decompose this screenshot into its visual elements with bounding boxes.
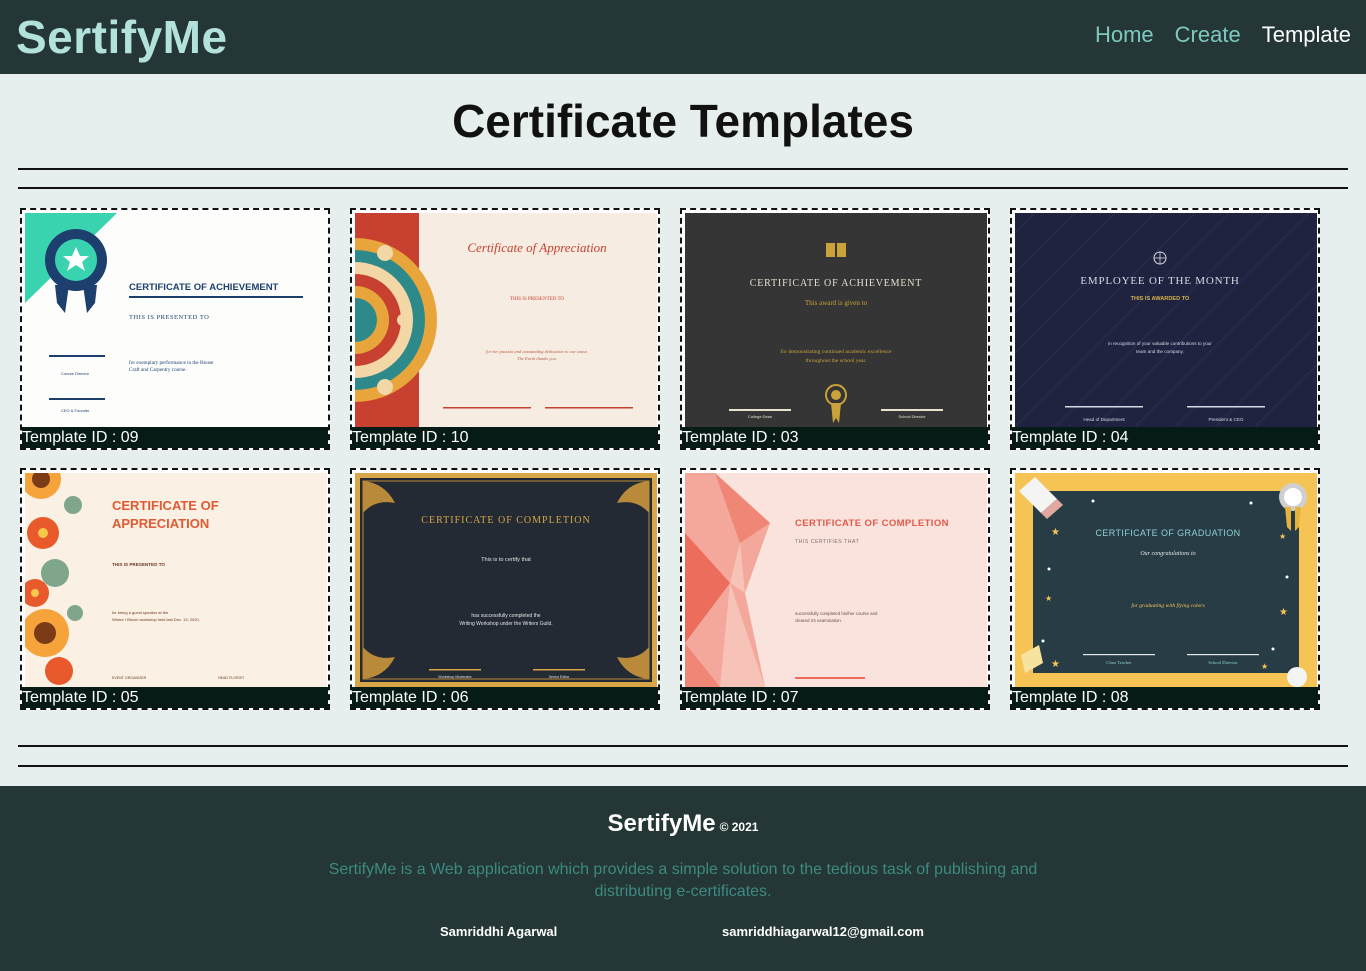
svg-text:for her passion and outstandin: for her passion and outstanding dedicati…	[486, 349, 588, 354]
navbar: SertifyMe Home Create Template	[0, 0, 1366, 74]
nav-create-link[interactable]: Create	[1175, 22, 1241, 48]
svg-text:has successfully completed the: has successfully completed the	[471, 613, 540, 619]
template-id-label: Template ID : 08	[1012, 687, 1318, 708]
template-id-label: Template ID : 09	[22, 427, 328, 448]
cert-subtitle: THIS IS PRESENTED TO	[112, 562, 165, 567]
cert-sig2: School Director	[1208, 660, 1238, 665]
template-id-label: Template ID : 03	[682, 427, 988, 448]
template-id-label: Template ID : 05	[22, 687, 328, 708]
template-id-label: Template ID : 06	[352, 687, 658, 708]
cert-sig2: CEO & Founder	[61, 408, 90, 413]
cert-sig1: Course Director	[61, 371, 90, 376]
svg-text:★: ★	[1051, 527, 1060, 538]
nav-links: Home Create Template	[1095, 22, 1351, 48]
footer: SertifyMe © 2021 SertifyMe is a Web appli…	[0, 786, 1366, 971]
cert-title: CERTIFICATE OF ACHIEVEMENT	[750, 278, 922, 289]
footer-copyright: © 2021	[719, 820, 759, 834]
footer-brand-name: SertifyMe	[607, 810, 716, 837]
template-card-08[interactable]: ★ ★ ★ ★ ★ ★ CERTIFICATE OF GRADUATION Ou…	[1010, 468, 1320, 710]
cert-subtitle: This is to certify that	[481, 557, 531, 563]
template-card-07[interactable]: CERTIFICATE OF COMPLETION THIS CERTIFIES…	[680, 468, 990, 710]
template-id-label: Template ID : 07	[682, 687, 988, 708]
page-title: Certificate Templates	[452, 95, 914, 147]
template-id-label: Template ID : 04	[1012, 427, 1318, 448]
cert-subtitle: This award is given to	[805, 299, 868, 307]
cert-subtitle: THIS IS AWARDED TO	[1131, 296, 1190, 302]
cert-sig1: College Dean	[748, 414, 772, 419]
cert-title: CERTIFICATE OF ACHIEVEMENT	[129, 282, 279, 293]
template-preview: EMPLOYEE OF THE MONTH THIS IS AWARDED TO…	[1015, 213, 1317, 427]
footer-brand: SertifyMe © 2021	[0, 810, 1366, 838]
cert-subtitle: THIS IS PRESENTED TO	[129, 314, 209, 321]
cert-title: CERTIFICATE OF COMPLETION	[421, 515, 590, 526]
svg-text:for exemplary performance in t: for exemplary performance in the House	[129, 359, 214, 366]
nav-template-link[interactable]: Template	[1262, 22, 1351, 48]
template-preview: ★ ★ ★ ★ ★ ★ CERTIFICATE OF GRADUATION Ou…	[1015, 473, 1317, 687]
svg-text:team and the company.: team and the company.	[1136, 349, 1184, 354]
svg-text:★: ★	[1051, 659, 1060, 670]
footer-author: Samriddhi Agarwal	[440, 924, 558, 939]
cert-title: Certificate of Appreciation	[467, 240, 606, 255]
svg-text:The Earth thanks you.: The Earth thanks you.	[517, 356, 557, 361]
template-preview: Certificate of Appreciation THIS IS PRES…	[355, 213, 657, 427]
svg-text:★: ★	[1045, 594, 1052, 603]
cert-title: CERTIFICATE OF COMPLETION	[795, 518, 949, 529]
template-id-label: Template ID : 10	[352, 427, 658, 448]
template-preview: CERTIFICATE OF APPRECIATION THIS IS PRES…	[25, 473, 327, 687]
template-card-10[interactable]: Certificate of Appreciation THIS IS PRES…	[350, 208, 660, 450]
cert-sig2: School Director	[898, 414, 926, 419]
cert-sig1: EVENT ORGANIZER	[112, 676, 147, 680]
template-card-06[interactable]: CERTIFICATE OF COMPLETION This is to cer…	[350, 468, 660, 710]
cert-sig2: HEAD FLORIST	[218, 676, 245, 680]
footer-email[interactable]: samriddhiagarwal12@gmail.com	[722, 924, 924, 939]
nav-home-link[interactable]: Home	[1095, 22, 1154, 48]
svg-text:Where I Bloom workshop held la: Where I Bloom workshop held last Dec. 13…	[112, 617, 200, 622]
cert-sig2: Senior Editor	[549, 675, 571, 679]
cert-subtitle: Our congratulations to	[1140, 551, 1195, 557]
cert-subtitle: THIS IS PRESENTED TO	[510, 297, 565, 302]
template-card-09[interactable]: CERTIFICATE OF ACHIEVEMENT THIS IS PRESE…	[20, 208, 330, 450]
svg-text:in recognition of your valuabl: in recognition of your valuable contribu…	[1108, 341, 1212, 346]
svg-text:★: ★	[1279, 532, 1286, 541]
divider	[18, 745, 1348, 747]
divider	[18, 187, 1348, 189]
cert-sig1: Class Teacher	[1106, 660, 1132, 665]
template-preview: CERTIFICATE OF ACHIEVEMENT This award is…	[685, 213, 987, 427]
template-preview: CERTIFICATE OF ACHIEVEMENT THIS IS PRESE…	[25, 213, 327, 427]
template-preview: CERTIFICATE OF COMPLETION THIS CERTIFIES…	[685, 473, 987, 687]
svg-text:for demonstrating continued ac: for demonstrating continued academic exc…	[781, 348, 892, 355]
cert-body: for graduating with flying colors	[1131, 602, 1204, 609]
divider	[18, 168, 1348, 170]
svg-text:Craft and Carpentry course.: Craft and Carpentry course.	[129, 366, 187, 373]
cert-title-line1: CERTIFICATE OF	[112, 498, 219, 513]
svg-text:throughout the school year.: throughout the school year.	[806, 358, 867, 364]
cert-title-line2: APPRECIATION	[112, 516, 209, 531]
cert-sig2: President & CEO	[1209, 417, 1244, 422]
cert-sig1: Workshop Moderator	[438, 675, 472, 679]
cert-sig1: Head of Department	[1083, 417, 1125, 422]
svg-text:★: ★	[1261, 662, 1268, 671]
svg-text:★: ★	[1279, 607, 1288, 618]
cert-title: EMPLOYEE OF THE MONTH	[1080, 275, 1239, 287]
divider	[18, 765, 1348, 767]
template-card-03[interactable]: CERTIFICATE OF ACHIEVEMENT This award is…	[680, 208, 990, 450]
svg-text:Writing Workshop under the Wri: Writing Workshop under the Writers Guild…	[459, 621, 552, 627]
footer-description: SertifyMe is a Web application which pro…	[328, 861, 1038, 900]
cert-title: CERTIFICATE OF GRADUATION	[1095, 528, 1240, 538]
template-card-05[interactable]: CERTIFICATE OF APPRECIATION THIS IS PRES…	[20, 468, 330, 710]
template-card-04[interactable]: EMPLOYEE OF THE MONTH THIS IS AWARDED TO…	[1010, 208, 1320, 450]
svg-text:successfully completed his/her: successfully completed his/her course an…	[795, 611, 878, 616]
template-preview: CERTIFICATE OF COMPLETION This is to cer…	[355, 473, 657, 687]
svg-text:cleared it's examination.: cleared it's examination.	[795, 618, 842, 623]
brand-logo[interactable]: SertifyMe	[16, 10, 228, 64]
cert-subtitle: THIS CERTIFIES THAT	[795, 539, 860, 545]
svg-text:for being a guest speaker at t: for being a guest speaker at the	[112, 610, 169, 615]
